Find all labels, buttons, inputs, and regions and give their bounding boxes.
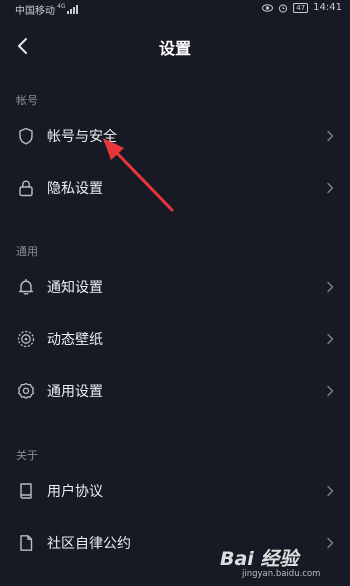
gear-icon (17, 382, 35, 399)
settings-item-user-agreement[interactable]: 用户协议 (0, 466, 350, 516)
chevron-right-icon (327, 333, 334, 345)
alarm-icon (279, 3, 288, 13)
status-bar: 中国移动 4G 47 14:41 (0, 0, 350, 18)
section-header-account: 帐号 (16, 94, 38, 107)
watermark-url: jingyan.baidu.com (242, 569, 321, 579)
settings-item-label: 用户协议 (47, 484, 103, 500)
network-type: 4G (57, 3, 66, 10)
book-icon (20, 483, 32, 499)
section-header-about: 关于 (16, 449, 38, 462)
signal-icon (67, 5, 79, 14)
chevron-right-icon (327, 385, 334, 397)
watermark-logo: Bai 经验 (220, 548, 299, 570)
chevron-right-icon (327, 130, 334, 142)
eye-icon (262, 3, 274, 12)
settings-item-label: 通知设置 (47, 280, 103, 296)
battery-indicator: 47 (293, 2, 309, 13)
wallpaper-icon (17, 330, 35, 348)
carrier-name: 中国移动 (15, 6, 55, 17)
lock-icon (19, 180, 33, 197)
nav-header: 设置 (0, 26, 350, 66)
status-left: 中国移动 4G (15, 2, 79, 17)
chevron-right-icon (327, 182, 334, 194)
page-title: 设置 (158, 39, 191, 58)
settings-item-label: 帐号与安全 (47, 129, 117, 145)
settings-item-label: 通用设置 (47, 384, 103, 400)
settings-item-notifications[interactable]: 通知设置 (0, 262, 350, 312)
baidu-jingyan-watermark: Bai 经验 jingyan.baidu.com (214, 544, 344, 582)
shield-icon (19, 127, 33, 145)
settings-item-live-wallpaper[interactable]: 动态壁纸 (0, 314, 350, 364)
chevron-right-icon (327, 281, 334, 293)
settings-item-account-security[interactable]: 帐号与安全 (0, 111, 350, 161)
settings-item-label: 隐私设置 (47, 181, 103, 197)
settings-item-general[interactable]: 通用设置 (0, 366, 350, 416)
status-right: 47 14:41 (262, 2, 342, 13)
settings-item-label: 社区自律公约 (47, 536, 131, 552)
bell-icon (18, 278, 34, 295)
settings-item-label: 动态壁纸 (47, 332, 103, 348)
settings-item-privacy[interactable]: 隐私设置 (0, 163, 350, 213)
clock-time: 14:41 (313, 2, 342, 13)
document-icon (20, 535, 33, 551)
section-header-general: 通用 (16, 245, 38, 258)
chevron-right-icon (327, 485, 334, 497)
